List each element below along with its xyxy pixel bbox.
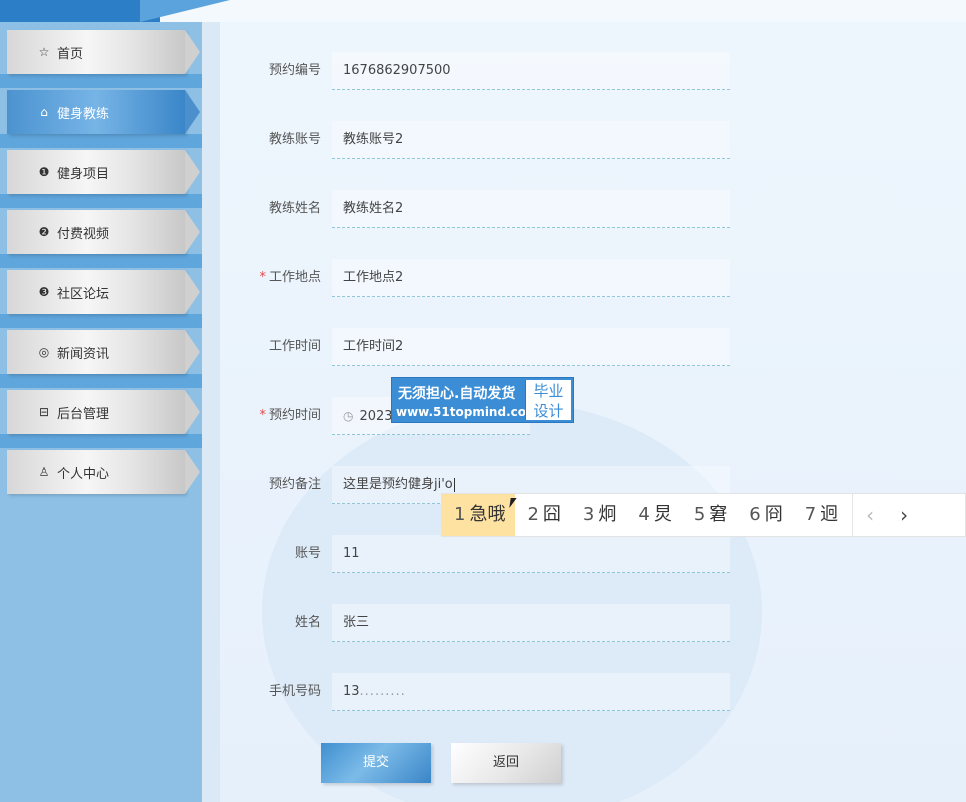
user-icon: ♙: [38, 465, 50, 479]
phone-value: 13: [343, 684, 360, 699]
form-row-coach-name: 教练姓名 教练姓名2: [202, 190, 966, 240]
sidebar-item-label: 后台管理: [57, 406, 110, 422]
sidebar-item-home[interactable]: ☆ 首页: [7, 30, 200, 74]
coach-name-field[interactable]: 教练姓名2: [332, 190, 730, 228]
field-label: 工作时间: [268, 339, 321, 354]
form-row-work-time: 工作时间 工作时间2: [202, 328, 966, 378]
required-mark: *: [259, 408, 266, 423]
form-row-booking-time: * 预约时间 ◷ 2023: [202, 397, 966, 447]
sidebar-item-label: 健身项目: [57, 166, 110, 182]
star-icon: ☆: [38, 45, 50, 59]
info-icon: ❸: [38, 285, 50, 299]
form-row-coach-account: 教练账号 教练账号2: [202, 121, 966, 171]
watermark-line1: 无须担心.自动发货: [398, 386, 516, 402]
ime-candidate[interactable]: 1 急哦: [442, 494, 516, 536]
sidebar-band: [0, 134, 202, 148]
field-label: 手机号码: [268, 684, 321, 699]
background-wave: [262, 402, 762, 802]
ime-candidate-bar: 1 急哦 2囧 3炯 4炅 5窘 6冏 7迥 ‹ ›: [441, 493, 966, 537]
back-button[interactable]: 返回: [451, 743, 561, 783]
ime-next-page-icon[interactable]: ›: [887, 503, 921, 527]
ime-candidate[interactable]: 5窘: [682, 494, 737, 536]
sidebar-item-videos[interactable]: ❷ 付费视频: [7, 210, 200, 254]
sidebar-item-label: 新闻资讯: [57, 346, 110, 362]
sidebar-band: [0, 314, 202, 328]
account-field[interactable]: 11: [332, 535, 730, 573]
sidebar-band: [0, 74, 202, 88]
field-label: * 工作地点: [259, 270, 321, 285]
sidebar-item-projects[interactable]: ❶ 健身项目: [7, 150, 200, 194]
phone-masked: .........: [359, 684, 406, 699]
sidebar-band: [0, 194, 202, 208]
ime-candidate[interactable]: 2囧: [515, 494, 570, 536]
form-row-account: 账号 11: [202, 535, 966, 585]
top-header: [0, 0, 966, 23]
name-field[interactable]: 张三: [332, 604, 730, 642]
sidebar-item-profile[interactable]: ♙ 个人中心: [7, 450, 200, 494]
booking-time-value: 2023: [359, 409, 393, 424]
watermark-side: 毕业 设计: [525, 380, 571, 420]
help-icon: ❷: [38, 225, 50, 239]
ime-candidate[interactable]: 3炯: [571, 494, 626, 536]
field-label: 预约备注: [268, 477, 321, 492]
header-logo-band: [0, 0, 160, 22]
sidebar: ☆ 首页 ⌂ 健身教练 ❶ 健身项目 ❷ 付费视频 ❸ 社区论坛 ◎ 新闻资讯 …: [0, 22, 202, 802]
sidebar-item-label: 付费视频: [57, 226, 110, 242]
coach-account-field[interactable]: 教练账号2: [332, 121, 730, 159]
ime-prev-page-icon[interactable]: ‹: [853, 503, 887, 527]
field-label: 教练姓名: [268, 201, 321, 216]
ime-candidate[interactable]: 4炅: [626, 494, 681, 536]
clock-icon: ◷: [343, 409, 354, 423]
sidebar-band: [0, 434, 202, 448]
sidebar-band: [0, 254, 202, 268]
form-row-name: 姓名 张三: [202, 604, 966, 654]
watermark-line2: www.51topmind.com: [396, 405, 539, 419]
field-label: 姓名: [294, 615, 321, 630]
bag-icon: ⌂: [40, 105, 48, 119]
submit-button[interactable]: 提交: [321, 743, 431, 783]
field-label: 预约编号: [268, 63, 321, 78]
phone-field[interactable]: 13.........: [332, 673, 730, 711]
work-location-field[interactable]: 工作地点2: [332, 259, 730, 297]
sidebar-item-label: 健身教练: [57, 106, 110, 122]
form-row-phone: 手机号码 13.........: [202, 673, 966, 723]
field-label: 账号: [294, 546, 321, 561]
booking-note-value: 这里是预约健身ji'o: [343, 477, 453, 492]
field-label: 教练账号: [268, 132, 321, 147]
sidebar-item-admin[interactable]: ⊟ 后台管理: [7, 390, 200, 434]
watermark-side1: 毕业: [533, 382, 564, 400]
news-icon: ◎: [38, 345, 50, 359]
required-mark: *: [259, 270, 266, 285]
main-content: 预约编号 1676862907500 教练账号 教练账号2 教练姓名 教练姓名2…: [202, 22, 966, 802]
ime-candidate[interactable]: 6冏: [737, 494, 792, 536]
alert-icon: ❶: [38, 165, 50, 179]
admin-icon: ⊟: [38, 405, 50, 419]
sidebar-item-news[interactable]: ◎ 新闻资讯: [7, 330, 200, 374]
sidebar-item-coach[interactable]: ⌂ 健身教练: [7, 90, 200, 134]
work-time-field[interactable]: 工作时间2: [332, 328, 730, 366]
sidebar-item-label: 个人中心: [57, 466, 110, 482]
form-row-booking-id: 预约编号 1676862907500: [202, 52, 966, 102]
sidebar-item-forum[interactable]: ❸ 社区论坛: [7, 270, 200, 314]
sidebar-item-label: 首页: [57, 46, 84, 62]
watermark-side2: 设计: [533, 402, 564, 420]
watermark-badge: 无须担心.自动发货 www.51topmind.com 毕业 设计: [391, 377, 574, 423]
text-caret: [453, 477, 455, 492]
form-row-work-location: * 工作地点 工作地点2: [202, 259, 966, 309]
booking-id-field[interactable]: 1676862907500: [332, 52, 730, 90]
header-slant: [140, 0, 230, 22]
sidebar-band: [0, 374, 202, 388]
field-label: * 预约时间: [259, 408, 321, 423]
ime-candidate[interactable]: 7迥: [793, 494, 848, 536]
sidebar-item-label: 社区论坛: [57, 286, 110, 302]
